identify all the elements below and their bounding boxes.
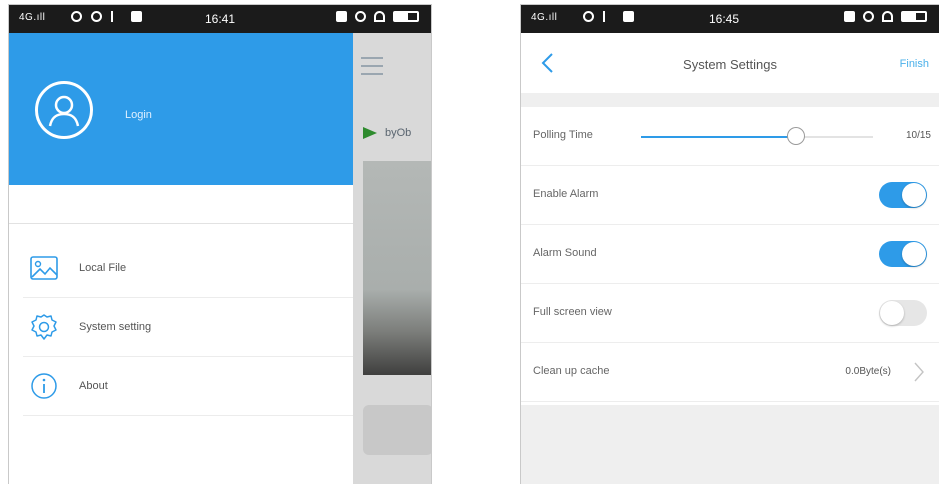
empty-area xyxy=(521,405,939,484)
enable-alarm-toggle[interactable] xyxy=(879,182,927,208)
menu-item-local-file[interactable]: Local File xyxy=(23,239,353,298)
wifi-icon xyxy=(374,11,385,22)
user-icon[interactable] xyxy=(35,81,93,139)
phone-right-screen: 4G.ıll 16:45 System Settings Finish Poll… xyxy=(520,4,939,484)
setting-row-polling-time: Polling Time 10/15 xyxy=(521,107,939,166)
video-preview[interactable] xyxy=(363,161,431,375)
alarm-clock-icon xyxy=(355,11,366,22)
setting-row-enable-alarm: Enable Alarm xyxy=(521,166,939,225)
finish-button[interactable]: Finish xyxy=(900,58,929,70)
menu-item-label: Local File xyxy=(79,262,127,274)
notification-icon xyxy=(583,11,594,22)
battery-icon xyxy=(393,11,419,22)
message-icon xyxy=(91,11,102,22)
login-link[interactable]: Login xyxy=(125,109,152,121)
background-app: byOb xyxy=(353,33,431,484)
bottom-card xyxy=(363,405,431,455)
hamburger-icon[interactable] xyxy=(361,57,383,81)
nav-bar: System Settings Finish xyxy=(521,33,939,93)
setting-row-clean-cache[interactable]: Clean up cache 0.0Byte(s) xyxy=(521,343,939,402)
setting-label: Full screen view xyxy=(533,306,612,318)
setting-label: Clean up cache xyxy=(533,365,610,377)
cache-size: 0.0Byte(s) xyxy=(845,366,891,377)
setting-label: Alarm Sound xyxy=(533,247,597,259)
status-bar: 4G.ıll 16:45 xyxy=(521,5,939,33)
clock: 16:45 xyxy=(709,12,740,26)
device-name: byOb xyxy=(385,127,412,139)
page-title: System Settings xyxy=(683,57,777,72)
image-icon xyxy=(623,11,634,22)
wifi-icon xyxy=(882,11,893,22)
toggle-knob xyxy=(880,301,904,325)
usb-icon xyxy=(603,11,614,22)
usb-icon xyxy=(111,11,122,22)
slider-fill xyxy=(641,136,797,138)
polling-time-slider[interactable] xyxy=(641,127,873,145)
setting-row-alarm-sound: Alarm Sound xyxy=(521,225,939,284)
polling-time-value: 10/15 xyxy=(905,130,931,141)
drawer-menu: Local File System setting About xyxy=(23,239,353,416)
menu-item-system-setting[interactable]: System setting xyxy=(23,298,353,357)
settings-list: Polling Time 10/15 Enable Alarm Alarm So… xyxy=(521,107,939,402)
toggle-knob xyxy=(902,242,926,266)
info-icon xyxy=(27,369,61,403)
full-screen-toggle[interactable] xyxy=(879,300,927,326)
navigation-drawer: Login Local File System setting About xyxy=(9,33,353,484)
alarm-sound-toggle[interactable] xyxy=(879,241,927,267)
signal-text: 4G.ıll xyxy=(19,12,46,23)
battery-icon xyxy=(901,11,927,22)
signal-text: 4G.ıll xyxy=(531,12,558,23)
setting-label: Enable Alarm xyxy=(533,188,599,200)
setting-row-full-screen: Full screen view xyxy=(521,284,939,343)
menu-item-label: System setting xyxy=(79,321,152,333)
slider-handle[interactable] xyxy=(787,127,806,145)
drawer-header: Login xyxy=(9,33,353,185)
phone-left-screen: 4G.ıll 16:41 byOb Login Local File Syste… xyxy=(8,4,432,484)
divider xyxy=(9,223,353,224)
alarm-clock-icon xyxy=(863,11,874,22)
image-icon xyxy=(131,11,142,22)
device-row[interactable]: byOb xyxy=(353,117,431,151)
vibrate-icon xyxy=(844,11,855,22)
image-icon xyxy=(27,251,61,285)
gear-icon xyxy=(27,310,61,344)
menu-item-label: About xyxy=(79,380,108,392)
setting-label: Polling Time xyxy=(533,129,593,141)
section-gap xyxy=(521,93,939,107)
notification-icon xyxy=(71,11,82,22)
chevron-right-icon[interactable] xyxy=(913,361,925,383)
clock: 16:41 xyxy=(205,12,236,26)
menu-item-about[interactable]: About xyxy=(23,357,353,416)
toggle-knob xyxy=(902,183,926,207)
status-bar: 4G.ıll 16:41 xyxy=(9,5,431,33)
vibrate-icon xyxy=(336,11,347,22)
flag-icon xyxy=(363,127,377,139)
